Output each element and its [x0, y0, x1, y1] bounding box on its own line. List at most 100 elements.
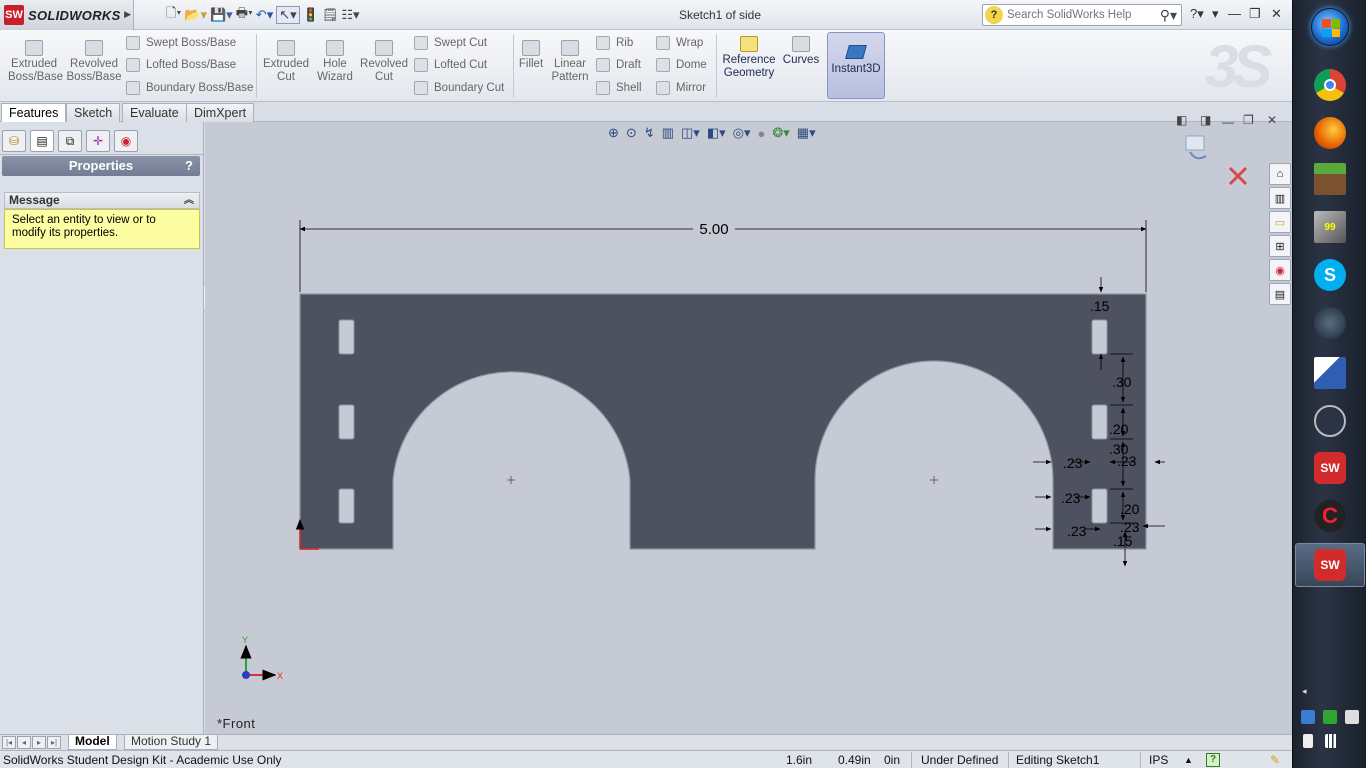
extruded-cut-button[interactable]: Extruded Cut	[262, 40, 310, 84]
collapse-chevron-icon[interactable]: ︽	[184, 193, 194, 208]
help-icon[interactable]: ?▾	[1190, 6, 1204, 22]
solidworks-menu-button[interactable]: SW SOLIDWORKS ▶	[0, 0, 134, 30]
feature-tree-icon[interactable]: ⛁	[2, 130, 26, 152]
dim-mid-offset[interactable]: .23	[1061, 490, 1081, 506]
display-manager-icon[interactable]: ◉	[114, 130, 138, 152]
rebuild-icon[interactable]: 🚦	[303, 7, 319, 23]
dim-lower-offset[interactable]: .23	[1120, 519, 1140, 535]
taskbar-app-solidworks[interactable]: SW	[1295, 446, 1365, 490]
options-icon[interactable]: ☷▾	[341, 7, 359, 23]
taskbar-app-paint[interactable]	[1295, 351, 1365, 395]
start-button[interactable]	[1311, 8, 1349, 46]
dim-left-offset[interactable]: .23	[1063, 455, 1083, 471]
tab-features[interactable]: Features	[1, 103, 67, 123]
custom-properties-icon[interactable]: ▤	[1269, 283, 1291, 305]
design-library-icon[interactable]: ▥	[1269, 187, 1291, 209]
arc-center-point-right[interactable]	[930, 476, 938, 484]
tray-flag-icon[interactable]	[1345, 710, 1359, 724]
rib-button[interactable]: Rib	[596, 36, 633, 50]
restore-button[interactable]: ❐	[1249, 6, 1261, 22]
slot-left-2[interactable]	[338, 404, 355, 440]
tab-evaluate[interactable]: Evaluate	[122, 103, 187, 122]
tray-battery-icon[interactable]	[1303, 734, 1313, 748]
instant3d-button[interactable]: Instant3D	[827, 32, 885, 99]
taskbar-app-ccleaner[interactable]: C	[1295, 494, 1365, 538]
dim-slot-height[interactable]: .20	[1109, 421, 1129, 437]
last-tab-icon[interactable]: ▸|	[47, 736, 61, 749]
show-hidden-icons-icon[interactable]: ◂	[1302, 686, 1307, 697]
exit-sketch-icon[interactable]	[1185, 135, 1207, 160]
tray-signal-icon[interactable]	[1325, 734, 1339, 748]
view-palette-icon[interactable]: ⊞	[1269, 235, 1291, 257]
taskbar-app-inkscape[interactable]	[1295, 399, 1365, 443]
dim-slot-spacing-2[interactable]: .30	[1109, 441, 1129, 457]
appearances-icon[interactable]: ◉	[1269, 259, 1291, 281]
dim-slot-height-2[interactable]: .20	[1120, 501, 1140, 517]
tab-dimxpert[interactable]: DimXpert	[186, 103, 255, 122]
solidworks-resources-icon[interactable]: ⌂	[1269, 163, 1291, 185]
viewport-minimize-button[interactable]: —	[1222, 115, 1234, 129]
configuration-manager-icon[interactable]: ⧉	[58, 130, 82, 152]
close-button[interactable]: ✕	[1271, 6, 1282, 22]
status-units[interactable]: IPS	[1149, 753, 1168, 767]
revolved-cut-button[interactable]: Revolved Cut	[360, 40, 408, 84]
zoom-to-fit-icon[interactable]: ⊕	[608, 125, 619, 141]
slot-right-2[interactable]	[1091, 404, 1108, 440]
sketch-profile[interactable]	[299, 293, 1147, 550]
view-settings-icon[interactable]: ▦▾	[797, 125, 816, 141]
message-section-header[interactable]: Message ︽	[4, 192, 200, 209]
tab-motion-study[interactable]: Motion Study 1	[124, 735, 219, 750]
hide-show-items-icon[interactable]: ◎▾	[733, 125, 751, 141]
dim-top-margin[interactable]: .15	[1090, 298, 1110, 314]
print-icon[interactable]: 🖶▾	[236, 4, 253, 26]
boundary-boss-button[interactable]: Boundary Boss/Base	[126, 81, 253, 95]
reference-geometry-button[interactable]: Reference Geometry	[720, 36, 778, 80]
wrap-button[interactable]: Wrap	[656, 36, 703, 50]
swept-cut-button[interactable]: Swept Cut	[414, 36, 487, 50]
slot-right-1[interactable]	[1091, 319, 1108, 355]
shell-button[interactable]: Shell	[596, 81, 642, 95]
linear-pattern-button[interactable]: Linear Pattern	[549, 40, 591, 84]
save-icon[interactable]: 💾▾	[210, 7, 233, 23]
dome-button[interactable]: Dome	[656, 58, 707, 72]
help-icon[interactable]: ?	[185, 156, 193, 176]
viewport-restore-button[interactable]: ❐	[1243, 113, 1254, 127]
slot-left-1[interactable]	[338, 319, 355, 355]
section-view-icon[interactable]: ▥	[662, 125, 674, 141]
tile-right-icon[interactable]: ◨	[1200, 113, 1211, 127]
dim-slot-spacing[interactable]: .30	[1112, 374, 1132, 390]
open-icon[interactable]: 📂▾	[184, 7, 207, 23]
file-explorer-icon[interactable]: ▭	[1269, 211, 1291, 233]
revolved-boss-button[interactable]: Revolved Boss/Base	[66, 40, 122, 84]
dim-right-offset[interactable]: .23	[1117, 453, 1137, 469]
panel-divider[interactable]	[0, 154, 204, 155]
curves-button[interactable]: Curves	[782, 36, 820, 67]
display-style-icon[interactable]: ◧▾	[707, 125, 726, 141]
dropdown-icon[interactable]: ▾	[1212, 6, 1219, 22]
edit-appearance-icon[interactable]: ●	[758, 126, 766, 141]
dim-bottom-offset[interactable]: .23	[1067, 523, 1087, 539]
slot-left-3[interactable]	[338, 488, 355, 524]
search-box[interactable]: ? ⚲▾	[982, 4, 1182, 26]
dimxpert-manager-icon[interactable]: ✛	[86, 130, 110, 152]
taskbar-app-minecraft[interactable]	[1295, 157, 1365, 201]
discard-sketch-icon[interactable]	[1228, 166, 1248, 186]
first-tab-icon[interactable]: |◂	[2, 736, 16, 749]
draft-button[interactable]: Draft	[596, 58, 641, 72]
dimension-overall-width[interactable]: 5.00	[299, 220, 1147, 292]
select-icon[interactable]: ↖▾	[276, 6, 300, 24]
graphics-area[interactable]: ⊕ ⊙ ↯ ▥ ◫▾ ◧▾ ◎▾ ● ❂▾ ▦▾ ◧ ◨ — ❐ ✕ ⌂ ▥ ▭…	[205, 113, 1292, 734]
sketch-origin-icon[interactable]	[295, 518, 319, 550]
taskbar-app-desktop[interactable]: 99	[1295, 205, 1365, 249]
prev-tab-icon[interactable]: ◂	[17, 736, 31, 749]
zoom-to-area-icon[interactable]: ⊙	[626, 125, 637, 141]
new-document-icon[interactable]: 🗋▾	[166, 4, 181, 26]
fillet-button[interactable]: Fillet	[517, 40, 545, 71]
property-manager-icon[interactable]: ▤	[30, 130, 54, 152]
search-icon[interactable]: ⚲▾	[1160, 7, 1177, 24]
view-orientation-icon[interactable]: ◫▾	[681, 125, 700, 141]
previous-view-icon[interactable]: ↯	[644, 125, 655, 141]
hole-wizard-button[interactable]: Hole Wizard	[314, 40, 356, 84]
rebuild-status-icon[interactable]: ✎	[1270, 753, 1280, 767]
taskbar-app-firefox[interactable]	[1295, 111, 1365, 155]
